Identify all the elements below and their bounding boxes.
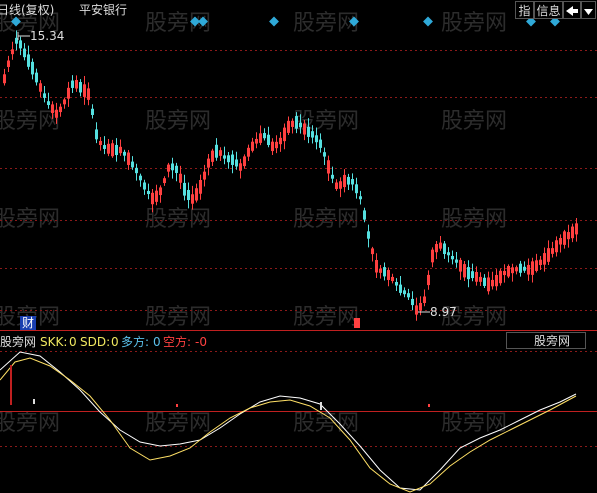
candle-body-down <box>223 155 226 159</box>
indicator-dropdown-label: 股旁网 <box>534 334 571 348</box>
sdd-value: 0 <box>111 335 119 349</box>
finance-marker[interactable]: 财 <box>20 316 37 330</box>
candle-body-down <box>455 259 458 263</box>
event-marker[interactable] <box>354 318 360 328</box>
indicator-line-yellow <box>0 357 577 493</box>
candle-body-down <box>35 72 38 83</box>
candle-body-down <box>523 266 526 271</box>
candle-body-down <box>315 135 318 143</box>
kongfang-value: -0 <box>195 335 207 349</box>
candle-body-down <box>451 255 454 260</box>
event-diamond-icon <box>349 16 359 27</box>
indicator-button[interactable]: 指 <box>515 1 534 19</box>
event-diamond-icon <box>269 16 279 27</box>
indicator-signal-dot <box>33 399 35 404</box>
indicator-signal-dot <box>320 402 322 410</box>
candle-body-down <box>323 152 326 157</box>
candle-body-down <box>403 290 406 295</box>
sdd-label: SDD: <box>80 335 111 349</box>
candle-body-down <box>319 139 322 148</box>
candle-body-down <box>411 298 414 306</box>
candle-body-down <box>135 167 138 174</box>
candle-body-down <box>131 161 134 168</box>
candle-body-down <box>115 144 118 156</box>
period-label[interactable]: 日线(复权) <box>0 3 54 17</box>
info-button[interactable]: 信息 <box>534 1 563 19</box>
candle-body-down <box>267 134 270 146</box>
candle-body-down <box>471 271 474 279</box>
event-diamond-icon <box>423 16 433 27</box>
candle-body-down <box>139 175 142 181</box>
candle-body-down <box>123 151 126 156</box>
candle-body-down <box>43 93 46 98</box>
markers <box>11 16 560 313</box>
candle-body-down <box>27 54 30 67</box>
candle-body-down <box>355 184 358 194</box>
indicator-signal-bar <box>10 365 12 405</box>
candle-body-down <box>519 263 522 273</box>
arrow-left-icon[interactable] <box>563 1 581 19</box>
skk-value: 0 <box>69 335 77 349</box>
candlesticks <box>3 30 578 321</box>
candle-body-down <box>231 154 234 165</box>
candle-body-down <box>311 131 314 138</box>
skk-label: SKK: <box>40 335 68 349</box>
candle-body-down <box>295 116 298 129</box>
candle-body-down <box>467 267 470 280</box>
candle-body-down <box>235 159 238 167</box>
indicator-signal-dot <box>428 404 430 407</box>
indicator-lines <box>0 351 577 493</box>
candle-body-down <box>47 101 50 106</box>
duofang-value: 0 <box>153 335 161 349</box>
duofang-label: 多方: <box>121 335 150 349</box>
candle-body-down <box>263 133 266 139</box>
candle-body-down <box>407 293 410 298</box>
candle-body-down <box>95 129 98 140</box>
candle-body-down <box>183 182 186 196</box>
indicator-dropdown[interactable]: 股旁网 <box>506 332 586 349</box>
candle-body-down <box>351 179 354 185</box>
candle-body-down <box>175 165 178 173</box>
candle-body-down <box>395 281 398 286</box>
candle-body-down <box>215 144 218 158</box>
low-price-label: 8.97 <box>430 305 457 319</box>
candle-body-down <box>483 277 486 286</box>
candle-body-down <box>31 61 34 75</box>
candle-body-down <box>363 210 366 220</box>
candle-body-down <box>171 163 174 171</box>
event-diamond-icon <box>11 16 21 27</box>
candle-body-down <box>147 190 150 195</box>
candle-body-down <box>227 155 230 163</box>
stock-name: 平安银行 <box>79 3 128 17</box>
candle-body-down <box>307 126 310 137</box>
candle-body-down <box>187 189 190 201</box>
candle-body-down <box>447 252 450 256</box>
indicator-name[interactable]: 股旁网 <box>0 335 36 349</box>
candle-body-down <box>103 145 106 149</box>
grid-lines <box>0 50 597 447</box>
candle-body-down <box>399 284 402 293</box>
candle-body-down <box>331 174 334 179</box>
indicator-line-white <box>0 351 577 491</box>
event-diamond-icon <box>198 16 208 27</box>
candle-body-down <box>71 80 74 88</box>
dropdown-arrow-icon[interactable] <box>581 1 596 19</box>
candle-body-down <box>79 82 82 93</box>
candle-body-down <box>23 48 26 58</box>
kongfang-label: 空方: <box>163 335 192 349</box>
candle-body-down <box>299 122 302 128</box>
candle-body-down <box>359 196 362 200</box>
kline-chart[interactable] <box>0 0 597 493</box>
chart-window[interactable]: 股旁网 股旁网 股旁网 股旁网 股旁网 股旁网 股旁网 股旁网 股旁网 股旁网 股旁网 股旁网 股旁网股… <box>0 0 597 493</box>
candle-body-down <box>19 40 22 49</box>
high-price-label: 15.34 <box>30 29 65 43</box>
candle-body-down <box>91 108 94 115</box>
candle-body-down <box>367 231 370 239</box>
candle-body-down <box>383 267 386 277</box>
candle-body-down <box>443 243 446 255</box>
candle-body-down <box>143 182 146 190</box>
indicator-signal-dot <box>176 404 178 407</box>
candle-body-down <box>347 176 350 185</box>
